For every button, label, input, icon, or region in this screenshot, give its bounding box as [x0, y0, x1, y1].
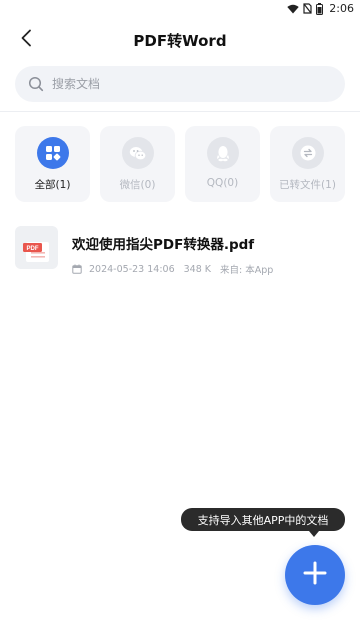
page-title: PDF转Word [133, 32, 227, 50]
convert-icon [291, 137, 324, 169]
add-file-button[interactable] [285, 545, 345, 605]
import-tooltip: 支持导入其他APP中的文档 [181, 508, 345, 531]
search-icon [27, 75, 45, 93]
search-input[interactable] [52, 77, 312, 91]
status-icons: 2:06 [287, 2, 354, 15]
no-sim-icon [303, 3, 312, 14]
category-wechat-label: 微信(0) [119, 179, 156, 191]
tooltip-arrow [309, 531, 319, 537]
wifi-icon [287, 4, 299, 14]
category-qq-label: QQ(0) [206, 177, 239, 189]
category-all[interactable]: 全部(1) [15, 126, 90, 202]
status-bar: 2:06 [0, 0, 360, 22]
search-bar[interactable] [15, 66, 345, 102]
file-list-item[interactable]: PDF 欢迎使用指尖PDF转换器.pdf 2024-05-23 14:06 34… [15, 226, 345, 276]
divider [0, 111, 360, 112]
status-time: 2:06 [329, 2, 354, 15]
qq-icon [206, 137, 239, 169]
pdf-badge-text: PDF [27, 246, 39, 252]
category-all-label: 全部(1) [34, 179, 71, 191]
category-qq[interactable]: QQ(0) [185, 126, 260, 202]
category-wechat[interactable]: 微信(0) [100, 126, 175, 202]
category-converted-label: 已转文件(1) [279, 179, 336, 191]
file-source: 来自: 本App [220, 265, 274, 276]
calendar-icon [72, 264, 82, 274]
file-name: 欢迎使用指尖PDF转换器.pdf [72, 237, 255, 253]
category-converted[interactable]: 已转文件(1) [270, 126, 345, 202]
pdf-file-icon: PDF [15, 226, 58, 269]
file-meta: 2024-05-23 14:06 348 K 来自: 本App [72, 262, 273, 276]
file-info: 欢迎使用指尖PDF转换器.pdf 2024-05-23 14:06 348 K … [72, 233, 273, 276]
app-header: PDF转Word [0, 22, 360, 58]
plus-icon [303, 561, 327, 589]
battery-icon [316, 2, 324, 15]
wechat-icon [121, 137, 154, 169]
file-date: 2024-05-23 14:06 [89, 263, 175, 275]
category-tabs: 全部(1) 微信(0) QQ(0) 已转文件(1) [15, 126, 345, 202]
grid-icon [36, 137, 69, 169]
file-size: 348 K [183, 263, 211, 275]
